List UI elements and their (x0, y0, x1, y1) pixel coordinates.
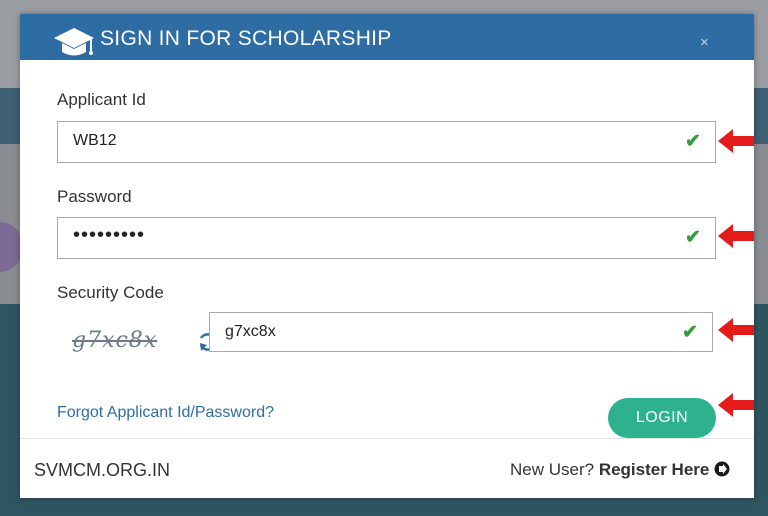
captcha-text: g7xc8x (72, 328, 158, 353)
red-arrow-icon (718, 318, 754, 342)
password-value: ••••••••• (73, 224, 146, 246)
login-button[interactable]: LOGIN (608, 398, 716, 438)
close-icon[interactable]: × (700, 34, 709, 51)
security-code-value: g7xc8x (225, 323, 276, 340)
new-user-text: New User? (510, 460, 599, 479)
check-icon: ✔ (685, 131, 701, 152)
new-user-prompt: New User? Register Here (510, 460, 730, 480)
security-code-field[interactable]: g7xc8x ✔ (209, 312, 713, 352)
captcha-image: g7xc8x (68, 324, 164, 358)
modal-title: SIGN IN FOR SCHOLARSHIP (100, 27, 392, 50)
modal-header: SIGN IN FOR SCHOLARSHIP × (20, 14, 754, 60)
applicant-id-value: WB12 (73, 132, 117, 149)
red-arrow-icon (718, 224, 754, 248)
site-name: SVMCM.ORG.IN (34, 460, 171, 480)
footer-divider (20, 438, 754, 439)
applicant-id-field[interactable]: WB12 ✔ (57, 121, 716, 163)
check-icon: ✔ (682, 322, 698, 343)
security-code-label: Security Code (57, 283, 164, 302)
applicant-id-label: Applicant Id (57, 90, 146, 109)
red-arrow-icon (718, 393, 754, 417)
forgot-password-link[interactable]: Forgot Applicant Id/Password? (57, 404, 274, 422)
register-link[interactable]: Register Here (599, 460, 710, 479)
password-field[interactable]: ••••••••• ✔ (57, 217, 716, 259)
red-arrow-icon (718, 129, 754, 153)
sign-in-modal: SIGN IN FOR SCHOLARSHIP × Applicant Id W… (20, 14, 754, 498)
arrow-circle-right-icon[interactable] (714, 461, 730, 477)
graduation-cap-icon (54, 28, 94, 56)
password-label: Password (57, 187, 132, 206)
check-icon: ✔ (685, 227, 701, 248)
